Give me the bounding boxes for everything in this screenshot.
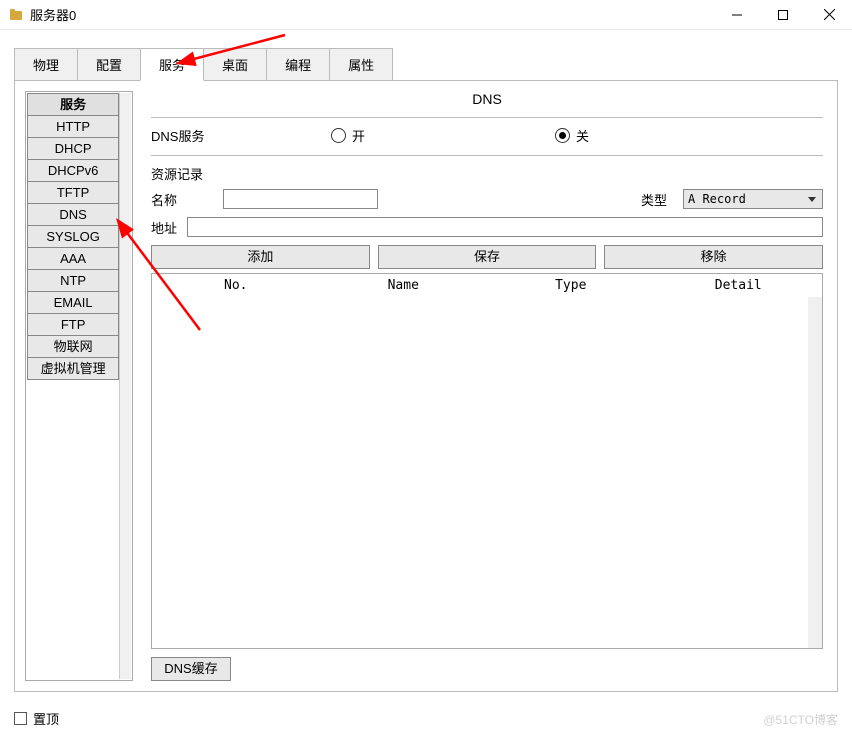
name-label: 名称 (151, 190, 211, 209)
th-name: Name (320, 274, 488, 297)
sidebar-item-dns[interactable]: DNS (27, 203, 119, 226)
address-label: 地址 (151, 218, 177, 237)
service-label: DNS服务 (151, 126, 331, 145)
panel-title: DNS (151, 91, 823, 107)
sidebar-scrollbar[interactable] (119, 93, 131, 679)
radio-on-label: 开 (352, 126, 365, 145)
footer: 置顶 (14, 709, 59, 728)
tab-programming[interactable]: 编程 (266, 48, 330, 81)
always-on-top-label: 置顶 (33, 709, 59, 728)
dns-panel: DNS DNS服务 开 关 资源记录 名称 (151, 91, 827, 681)
add-button[interactable]: 添加 (151, 245, 370, 269)
resource-label: 资源记录 (151, 164, 823, 183)
type-label: 类型 (641, 190, 667, 209)
sidebar-item-dhcp[interactable]: DHCP (27, 137, 119, 160)
th-detail: Detail (655, 274, 823, 297)
sidebar-item-http[interactable]: HTTP (27, 115, 119, 138)
window-title: 服务器0 (30, 5, 714, 24)
minimize-button[interactable] (714, 1, 760, 29)
sidebar-item-email[interactable]: EMAIL (27, 291, 119, 314)
tab-services[interactable]: 服务 (140, 48, 204, 81)
type-select[interactable]: A Record (683, 189, 823, 209)
radio-on-circle (331, 128, 346, 143)
dns-cache-button[interactable]: DNS缓存 (151, 657, 231, 681)
address-input[interactable] (187, 217, 823, 237)
sidebar-item-iot[interactable]: 物联网 (27, 335, 119, 358)
radio-off-label: 关 (576, 126, 589, 145)
remove-button[interactable]: 移除 (604, 245, 823, 269)
maximize-button[interactable] (760, 1, 806, 29)
sidebar-item-ftp[interactable]: FTP (27, 313, 119, 336)
content-frame: 服务 HTTP DHCP DHCPv6 TFTP DNS SYSLOG AAA … (14, 80, 838, 692)
sidebar-item-ntp[interactable]: NTP (27, 269, 119, 292)
table-body (152, 297, 822, 648)
save-button[interactable]: 保存 (378, 245, 597, 269)
sidebar-header: 服务 (27, 93, 119, 116)
tab-physical[interactable]: 物理 (14, 48, 78, 81)
radio-off[interactable]: 关 (555, 126, 589, 145)
sidebar-item-vm[interactable]: 虚拟机管理 (27, 357, 119, 380)
sidebar-item-syslog[interactable]: SYSLOG (27, 225, 119, 248)
watermark: @51CTO博客 (763, 711, 838, 728)
sidebar-item-tftp[interactable]: TFTP (27, 181, 119, 204)
radio-off-circle (555, 128, 570, 143)
title-bar: 服务器0 (0, 0, 852, 30)
app-icon (8, 7, 24, 23)
always-on-top-checkbox[interactable] (14, 712, 27, 725)
sidebar-item-dhcpv6[interactable]: DHCPv6 (27, 159, 119, 182)
th-no: No. (152, 274, 320, 297)
tab-desktop[interactable]: 桌面 (203, 48, 267, 81)
chevron-down-icon (808, 197, 816, 202)
sidebar-item-aaa[interactable]: AAA (27, 247, 119, 270)
radio-on[interactable]: 开 (331, 126, 365, 145)
th-type: Type (487, 274, 655, 297)
type-value: A Record (688, 192, 746, 206)
services-sidebar: 服务 HTTP DHCP DHCPv6 TFTP DNS SYSLOG AAA … (25, 91, 133, 681)
close-button[interactable] (806, 1, 852, 29)
tab-config[interactable]: 配置 (77, 48, 141, 81)
records-table: No. Name Type Detail (151, 273, 823, 649)
name-input[interactable] (223, 189, 378, 209)
tab-bar: 物理 配置 服务 桌面 编程 属性 (0, 30, 852, 81)
tab-attributes[interactable]: 属性 (329, 48, 393, 81)
